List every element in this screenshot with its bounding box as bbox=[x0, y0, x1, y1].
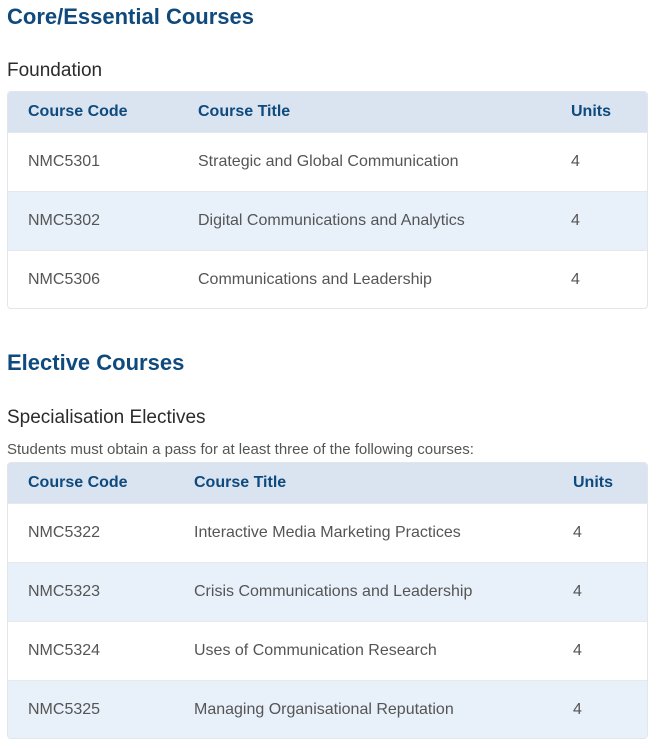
course-title-cell: Strategic and Global Communication bbox=[198, 153, 459, 170]
course-units-cell: 4 bbox=[573, 701, 582, 718]
table-row: NMC5324 Uses of Communication Research 4 bbox=[8, 621, 647, 680]
table-row: NMC5302 Digital Communications and Analy… bbox=[8, 191, 647, 250]
course-title-cell: Interactive Media Marketing Practices bbox=[194, 524, 461, 541]
table-row: NMC5322 Interactive Media Marketing Prac… bbox=[8, 503, 647, 562]
course-title-cell: Digital Communications and Analytics bbox=[198, 212, 465, 229]
column-header-course-code: Course Code bbox=[28, 103, 128, 120]
column-header-units: Units bbox=[571, 103, 611, 120]
course-code-cell: NMC5306 bbox=[28, 271, 101, 288]
course-units-cell: 4 bbox=[573, 583, 582, 600]
course-units-cell: 4 bbox=[571, 271, 580, 288]
table-row: NMC5325 Managing Organisational Reputati… bbox=[8, 680, 647, 738]
course-code-cell: NMC5322 bbox=[28, 524, 101, 541]
foundation-subtitle: Foundation bbox=[7, 60, 103, 81]
course-title-cell: Crisis Communications and Leadership bbox=[194, 583, 473, 600]
course-units-cell: 4 bbox=[573, 524, 582, 541]
elective-courses-table: Course Code Course Title Units NMC5322 I… bbox=[7, 462, 648, 739]
table-row: NMC5306 Communications and Leadership 4 bbox=[8, 250, 647, 308]
course-code-cell: NMC5323 bbox=[28, 583, 101, 600]
elective-requirement-note: Students must obtain a pass for at least… bbox=[7, 441, 474, 458]
course-units-cell: 4 bbox=[573, 642, 582, 659]
course-title-cell: Managing Organisational Reputation bbox=[194, 701, 454, 718]
course-code-cell: NMC5324 bbox=[28, 642, 101, 659]
course-units-cell: 4 bbox=[571, 212, 580, 229]
course-code-cell: NMC5302 bbox=[28, 212, 101, 229]
column-header-course-title: Course Title bbox=[198, 103, 291, 120]
elective-courses-heading: Elective Courses bbox=[7, 350, 185, 375]
course-units-cell: 4 bbox=[571, 153, 580, 170]
table-row: NMC5323 Crisis Communications and Leader… bbox=[8, 562, 647, 621]
core-courses-table: Course Code Course Title Units NMC5301 S… bbox=[7, 91, 648, 309]
table-header-row: Course Code Course Title Units bbox=[8, 92, 647, 132]
course-title-cell: Uses of Communication Research bbox=[194, 642, 437, 659]
core-courses-heading: Core/Essential Courses bbox=[7, 4, 254, 29]
table-header-row: Course Code Course Title Units bbox=[8, 463, 647, 503]
course-code-cell: NMC5325 bbox=[28, 701, 101, 718]
course-title-cell: Communications and Leadership bbox=[198, 271, 432, 288]
column-header-course-title: Course Title bbox=[194, 474, 287, 491]
column-header-units: Units bbox=[573, 474, 613, 491]
table-row: NMC5301 Strategic and Global Communicati… bbox=[8, 132, 647, 191]
course-code-cell: NMC5301 bbox=[28, 153, 101, 170]
specialisation-electives-subtitle: Specialisation Electives bbox=[7, 407, 206, 428]
column-header-course-code: Course Code bbox=[28, 474, 128, 491]
